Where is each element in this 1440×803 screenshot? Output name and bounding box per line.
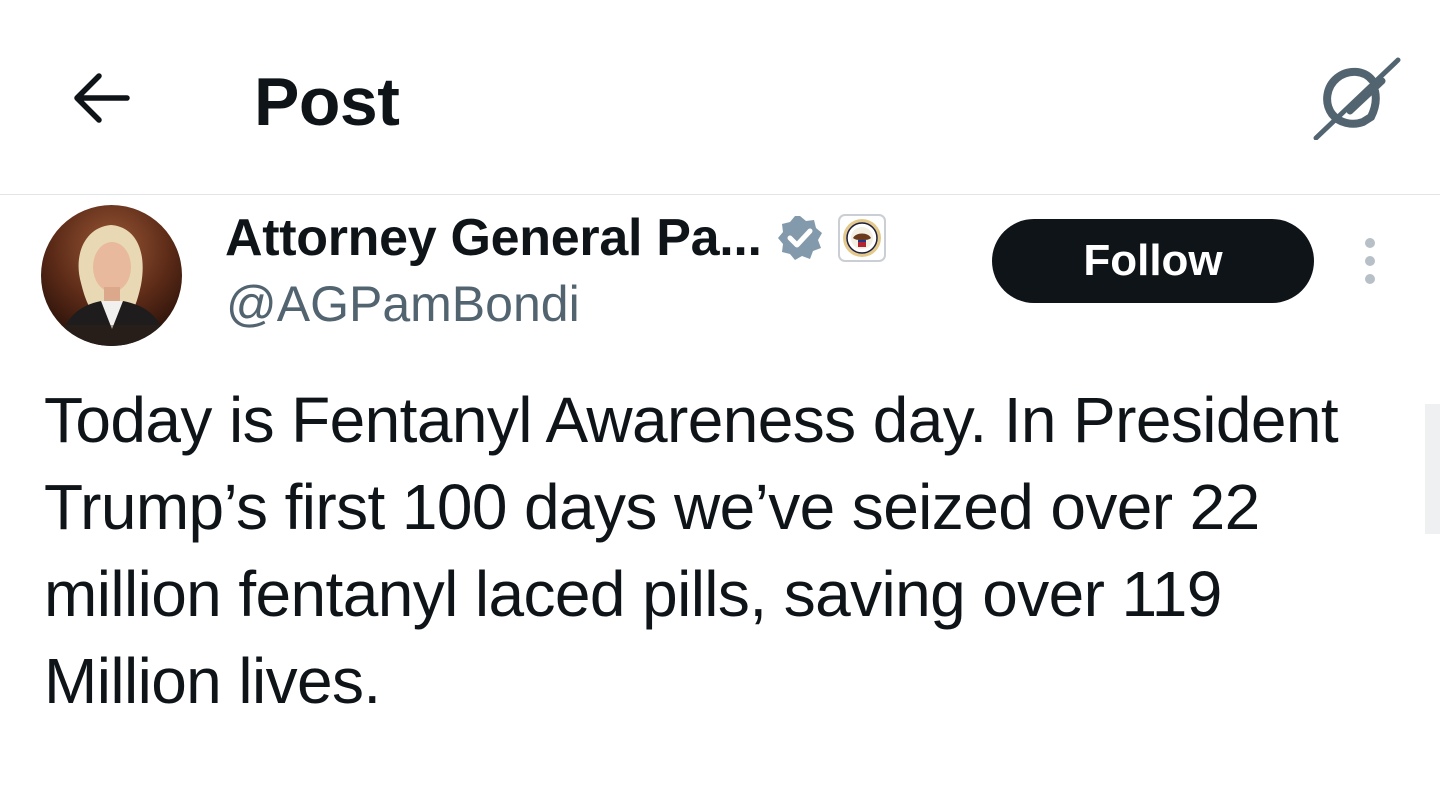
avatar[interactable]: [41, 205, 182, 346]
more-dot: [1365, 238, 1375, 248]
follow-button[interactable]: Follow: [992, 219, 1314, 303]
grok-icon: [1313, 57, 1401, 140]
profile-photo: [41, 205, 182, 346]
doj-seal-icon[interactable]: [837, 214, 886, 262]
author-handle[interactable]: @AGPamBondi: [226, 272, 580, 336]
arrow-left-icon: [74, 73, 130, 123]
post-screen: Post Attorney General Pa... @AGPamBondi …: [0, 0, 1440, 803]
page-title: Post: [254, 64, 400, 140]
grok-button[interactable]: [1310, 56, 1402, 140]
back-button[interactable]: [60, 62, 140, 134]
author-name-row: Attorney General Pa...: [225, 206, 886, 270]
scrollbar[interactable]: [1425, 404, 1440, 534]
more-dot: [1365, 256, 1375, 266]
verified-badge-icon[interactable]: [776, 214, 824, 262]
more-vertical-icon[interactable]: [1344, 228, 1396, 294]
top-bar: Post: [0, 0, 1440, 195]
more-dot: [1365, 274, 1375, 284]
author-name[interactable]: Attorney General Pa...: [225, 206, 762, 270]
post-text: Today is Fentanyl Awareness day. In Pres…: [44, 384, 1339, 717]
